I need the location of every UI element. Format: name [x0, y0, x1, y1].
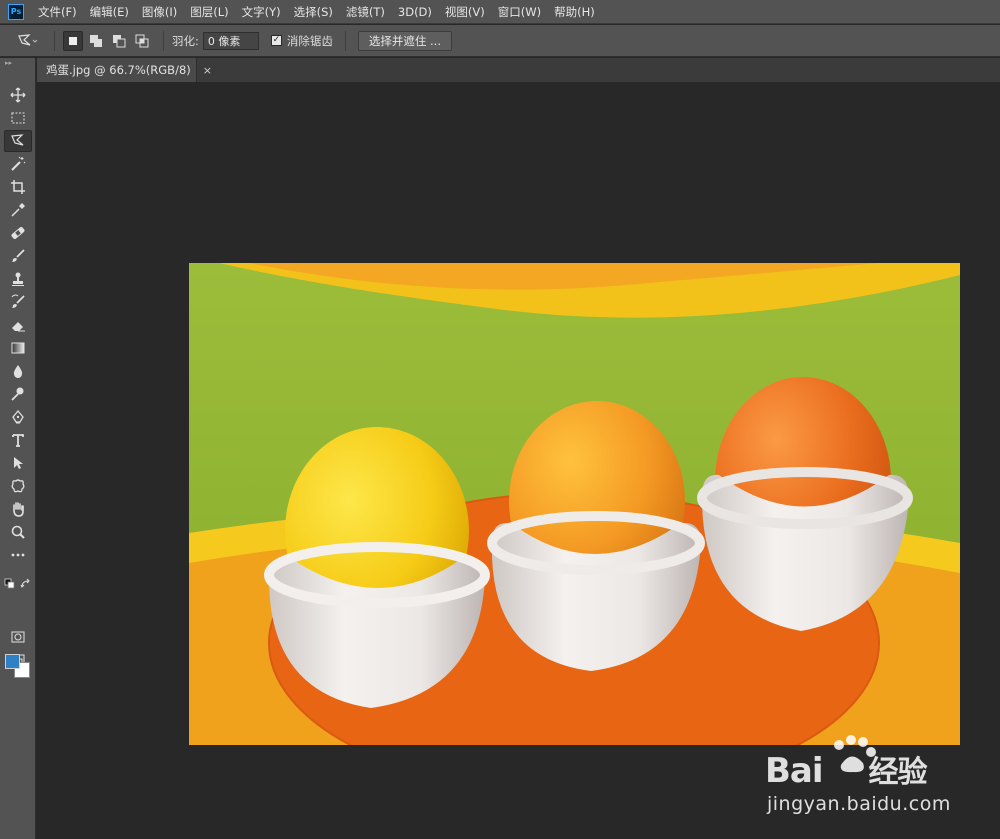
- document-tab-bar: 鸡蛋.jpg @ 66.7%(RGB/8) ×: [37, 58, 1000, 82]
- marquee-tool[interactable]: [4, 107, 32, 129]
- magnifier-icon: [11, 525, 25, 539]
- watermark-brand: Bai 经验: [765, 751, 928, 791]
- menu-file[interactable]: 文件(F): [38, 4, 77, 20]
- eyedropper-icon: [11, 203, 25, 217]
- panel-collapse-icon[interactable]: ▸▸: [0, 58, 35, 68]
- subtract-from-selection-button[interactable]: [109, 31, 129, 51]
- document-image[interactable]: [189, 263, 960, 745]
- feather-input[interactable]: 0 像素: [202, 31, 259, 50]
- menu-bar: Ps 文件(F) 编辑(E) 图像(I) 图层(L) 文字(Y) 选择(S) 滤…: [0, 0, 1000, 24]
- select-and-mask-button[interactable]: 选择并遮住 ...: [357, 30, 452, 51]
- crop-tool[interactable]: [4, 176, 32, 198]
- menu-edit[interactable]: 编辑(E): [90, 4, 129, 20]
- add-to-selection-button[interactable]: [86, 31, 106, 51]
- more-tools[interactable]: [4, 544, 32, 566]
- foreground-color-swatch[interactable]: [5, 654, 20, 669]
- eraser-tool[interactable]: [4, 314, 32, 336]
- separator: [163, 30, 164, 51]
- antialias-label: 消除锯齿: [286, 33, 333, 48]
- type-tool[interactable]: [4, 429, 32, 451]
- intersect-selection-icon: [135, 34, 149, 47]
- bandage-icon: [11, 227, 25, 239]
- document-tab-title: 鸡蛋.jpg @ 66.7%(RGB/8): [46, 63, 191, 77]
- dodge-tool[interactable]: [4, 383, 32, 405]
- eyedropper-tool[interactable]: [4, 199, 32, 221]
- antialias-checkbox[interactable]: ✓: [270, 35, 282, 46]
- zoom-tool[interactable]: [4, 521, 32, 543]
- subtract-selection-icon: [113, 34, 126, 47]
- tool-preset-picker[interactable]: [8, 29, 46, 53]
- quick-mask-button[interactable]: [4, 626, 32, 648]
- add-selection-icon: [90, 34, 102, 47]
- separator: [344, 30, 346, 51]
- menu-window[interactable]: 窗口(W): [498, 4, 541, 20]
- gradient-icon: [11, 342, 25, 354]
- eggs-photo: [189, 263, 960, 745]
- water-drop-icon: [13, 365, 23, 378]
- pen-icon: [12, 409, 24, 424]
- document-tab[interactable]: 鸡蛋.jpg @ 66.7%(RGB/8) ×: [37, 58, 212, 82]
- menu-type[interactable]: 文字(Y): [242, 4, 281, 20]
- tools-panel: ▸▸: [0, 58, 36, 839]
- baidu-watermark: Bai 经验 jingyan.baidu.com: [765, 735, 985, 830]
- gradient-tool[interactable]: [4, 337, 32, 359]
- eraser-icon: [12, 322, 25, 332]
- custom-shape-icon: [11, 479, 25, 493]
- blur-tool[interactable]: [4, 360, 32, 382]
- intersect-selection-button[interactable]: [132, 31, 152, 51]
- new-selection-icon: [69, 36, 77, 45]
- photoshop-logo-icon: Ps: [8, 3, 24, 20]
- healing-brush-tool[interactable]: [4, 222, 32, 244]
- crop-icon: [11, 180, 25, 194]
- custom-shape-tool[interactable]: [4, 475, 32, 497]
- dodge-icon: [11, 387, 24, 401]
- history-brush-tool[interactable]: [4, 291, 32, 313]
- lasso-icon: [18, 33, 38, 46]
- brush-tool[interactable]: [4, 245, 32, 267]
- menu-filter[interactable]: 滤镜(T): [346, 4, 385, 20]
- options-bar: 羽化: 0 像素 ✓ 消除锯齿 选择并遮住 ...: [0, 25, 1000, 57]
- color-swap-controls: [4, 578, 32, 590]
- new-selection-button[interactable]: [63, 30, 83, 51]
- move-tool[interactable]: [4, 84, 32, 106]
- hand-tool[interactable]: [4, 498, 32, 520]
- menu-layer[interactable]: 图层(L): [190, 4, 228, 20]
- lasso-tool[interactable]: [4, 130, 32, 152]
- menu-help[interactable]: 帮助(H): [554, 4, 595, 20]
- menu-view[interactable]: 视图(V): [445, 4, 485, 20]
- clone-stamp-tool[interactable]: [4, 268, 32, 290]
- quick-mask-icon: [11, 631, 25, 643]
- separator: [54, 30, 55, 51]
- brush-icon: [12, 249, 25, 262]
- photoshop-window: Ps 文件(F) 编辑(E) 图像(I) 图层(L) 文字(Y) 选择(S) 滤…: [0, 0, 1000, 839]
- polygonal-lasso-icon: [11, 134, 24, 146]
- hand-icon: [13, 502, 24, 517]
- swap-colors-icon[interactable]: [20, 578, 32, 590]
- rectangle-marquee-icon: [11, 112, 25, 124]
- magic-wand-icon: [11, 156, 26, 171]
- history-brush-icon: [11, 294, 25, 308]
- ellipsis-icon: [11, 553, 25, 557]
- default-colors-icon[interactable]: [4, 578, 16, 590]
- menu-select[interactable]: 选择(S): [294, 4, 333, 20]
- close-icon[interactable]: ×: [203, 64, 212, 77]
- type-icon: [12, 434, 24, 447]
- watermark-url: jingyan.baidu.com: [767, 793, 951, 815]
- menu-3d[interactable]: 3D(D): [398, 5, 432, 19]
- arrow-pointer-icon: [14, 457, 23, 469]
- stamp-icon: [12, 272, 24, 286]
- menu-image[interactable]: 图像(I): [142, 4, 177, 20]
- magic-wand-tool[interactable]: [4, 153, 32, 175]
- move-icon: [10, 87, 26, 103]
- path-selection-tool[interactable]: [4, 452, 32, 474]
- pen-tool[interactable]: [4, 406, 32, 428]
- feather-label: 羽化:: [172, 33, 199, 48]
